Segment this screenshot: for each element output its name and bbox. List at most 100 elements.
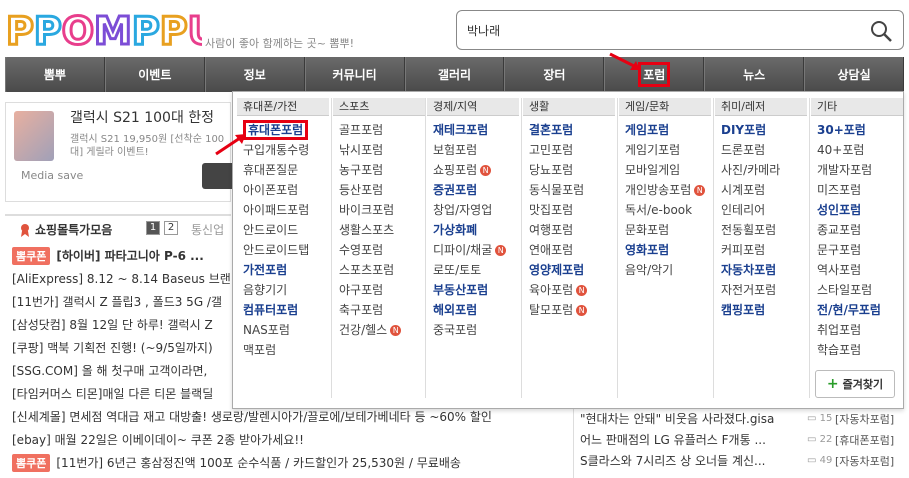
nav-item-market[interactable]: 장터 <box>504 57 605 92</box>
forum-link[interactable]: 야구포럼 <box>339 280 425 300</box>
forum-link[interactable]: 게임기포럼 <box>625 140 711 160</box>
page-button-2[interactable]: 2 <box>164 221 178 235</box>
forum-link[interactable]: 결혼포럼 <box>529 120 615 140</box>
forum-link[interactable]: 개인방송포럼 N <box>625 180 711 200</box>
forum-link[interactable]: 부동산포럼 <box>433 280 519 300</box>
forum-link[interactable]: 자동차포럼 <box>721 260 807 280</box>
forum-link[interactable]: 쇼핑포럼 N <box>433 160 519 180</box>
forum-link[interactable]: 증권포럼 <box>433 180 519 200</box>
forum-link[interactable]: 바이크포럼 <box>339 200 425 220</box>
nav-label: 정보 <box>243 68 266 82</box>
nav-item-ppomppu[interactable]: 뽐뿌 <box>5 57 105 92</box>
forum-link[interactable]: 보험포럼 <box>433 140 519 160</box>
forum-link[interactable]: 사진/카메라 <box>721 160 807 180</box>
ribbon-icon <box>21 224 29 237</box>
forum-column: 기타 30+포럼 40+포럼 개발자포럼 미즈포럼 성인포럼 종교포럼 문구포럼 역사포럼 스타일… <box>811 98 903 360</box>
forum-link[interactable]: 취업포럼 <box>817 320 903 340</box>
forum-link[interactable]: 수영포럼 <box>339 240 425 260</box>
deal-row[interactable]: 뽐쿠폰 [11번가] 6년근 홍삼정진액 100포 순수식품 / 카드할인가 25… <box>12 451 572 474</box>
forum-link[interactable]: 맥포럼 <box>243 340 329 360</box>
forum-link[interactable]: 자전거포럼 <box>721 280 807 300</box>
forum-link[interactable]: DIY포럼 <box>721 120 807 140</box>
forum-link[interactable]: 드론포럼 <box>721 140 807 160</box>
forum-link[interactable]: 디파이/채굴 N <box>433 240 519 260</box>
forum-link[interactable]: 영양제포럼 <box>529 260 615 280</box>
forum-link[interactable]: NAS포럼 <box>243 320 329 340</box>
forum-link[interactable]: 모바일게임 <box>625 160 711 180</box>
tab-telecom[interactable]: 통신업 <box>191 221 224 238</box>
nav-item-info[interactable]: 정보 <box>204 57 305 92</box>
forum-link[interactable]: 인테리어 <box>721 200 807 220</box>
forum-link[interactable]: 개발자포럼 <box>817 160 903 180</box>
forum-link[interactable]: 해외포럼 <box>433 300 519 320</box>
forum-link[interactable]: 가상화폐 <box>433 220 519 240</box>
forum-link[interactable]: 학습포럼 <box>817 340 903 360</box>
forum-link[interactable]: 전/현/무포럼 <box>817 300 903 320</box>
forum-link[interactable]: 40+포럼 <box>817 140 903 160</box>
deal-row[interactable]: [ebay] 매월 22일은 이베이데이~ 쿠폰 2종 받아가세요!! <box>12 428 572 451</box>
forum-link[interactable]: 생활스포츠 <box>339 220 425 240</box>
forum-link[interactable]: 구입개통수령 <box>243 140 329 160</box>
forum-link[interactable]: 로또/토토 <box>433 260 519 280</box>
forum-link[interactable]: 축구포럼 <box>339 300 425 320</box>
forum-link[interactable]: 중국포럼 <box>433 320 519 340</box>
hot-post-row[interactable]: 어느 판매점의 LG 유플러스 F개통 ... ▭ 22 [휴대폰포럼] <box>580 429 905 450</box>
forum-link[interactable]: 30+포럼 <box>817 120 903 140</box>
forum-link[interactable]: 육아포럼 N <box>529 280 615 300</box>
ppomppu-logo[interactable]: PPOMPPU <box>6 8 202 52</box>
forum-link[interactable]: 당뇨포럼 <box>529 160 615 180</box>
forum-link[interactable]: 문화포럼 <box>625 220 711 240</box>
forum-link[interactable]: 맛집포럼 <box>529 200 615 220</box>
forum-link[interactable]: 캠핑포럼 <box>721 300 807 320</box>
forum-link[interactable]: 가전포럼 <box>243 260 329 280</box>
forum-link[interactable]: 휴대폰질문 <box>243 160 329 180</box>
forum-link[interactable]: 전동휠포럼 <box>721 220 807 240</box>
forum-link[interactable]: 아이패드포럼 <box>243 200 329 220</box>
forum-link[interactable]: 스타일포럼 <box>817 280 903 300</box>
ad-banner[interactable]: 갤럭시 S21 100대 한정 갤럭시 S21 19,950원 [선착순 100… <box>5 102 232 202</box>
forum-link[interactable]: 탈모포럼 N <box>529 300 615 320</box>
search-icon[interactable] <box>869 19 893 43</box>
forum-link[interactable]: 역사포럼 <box>817 260 903 280</box>
forum-link[interactable]: 건강/헬스 N <box>339 320 425 340</box>
forum-link-label: 게임기포럼 <box>625 143 681 157</box>
forum-link[interactable]: 고민포럼 <box>529 140 615 160</box>
forum-link[interactable]: 독서/e-book <box>625 200 711 220</box>
forum-link[interactable]: 음향기기 <box>243 280 329 300</box>
nav-item-news[interactable]: 뉴스 <box>704 57 805 92</box>
forum-link[interactable]: 컴퓨터포럼 <box>243 300 329 320</box>
hot-post-row[interactable]: S클라스와 7시리즈 상 오너들 계신... ▭ 49 [자동차포럼] <box>580 450 905 471</box>
forum-link[interactable]: 휴대폰포럼 <box>243 120 329 140</box>
nav-item-gallery[interactable]: 갤러리 <box>404 57 505 92</box>
hot-post-row[interactable]: "현대차는 안돼" 비웃음 사라졌다.gisa ▭ 15 [자동차포럼] <box>580 408 905 429</box>
forum-link[interactable]: 등산포럼 <box>339 180 425 200</box>
forum-link[interactable]: 연애포럼 <box>529 240 615 260</box>
add-favorite-button[interactable]: + 즐겨찾기 <box>815 370 895 398</box>
forum-link[interactable]: 창업/자영업 <box>433 200 519 220</box>
forum-link[interactable]: 안드로이드탭 <box>243 240 329 260</box>
forum-link[interactable]: 낚시포럼 <box>339 140 425 160</box>
forum-link[interactable]: 여행포럼 <box>529 220 615 240</box>
forum-link[interactable]: 문구포럼 <box>817 240 903 260</box>
forum-link[interactable]: 스포츠포럼 <box>339 260 425 280</box>
nav-item-event[interactable]: 이벤트 <box>104 57 205 92</box>
forum-link[interactable]: 영화포럼 <box>625 240 711 260</box>
forum-link[interactable]: 재테크포럼 <box>433 120 519 140</box>
forum-link[interactable]: 동식물포럼 <box>529 180 615 200</box>
nav-item-consult[interactable]: 상담실 <box>804 57 905 92</box>
search-input[interactable] <box>467 20 847 40</box>
forum-link[interactable]: 아이폰포럼 <box>243 180 329 200</box>
forum-link[interactable]: 종교포럼 <box>817 220 903 240</box>
forum-link[interactable]: 성인포럼 <box>817 200 903 220</box>
forum-link[interactable]: 골프포럼 <box>339 120 425 140</box>
forum-link[interactable]: 게임포럼 <box>625 120 711 140</box>
page-button-1[interactable]: 1 <box>146 221 160 235</box>
forum-link[interactable]: 미즈포럼 <box>817 180 903 200</box>
nav-item-community[interactable]: 커뮤니티 <box>304 57 405 92</box>
forum-link[interactable]: 농구포럼 <box>339 160 425 180</box>
forum-link[interactable]: 커피포럼 <box>721 240 807 260</box>
forum-link[interactable]: 음악/악기 <box>625 260 711 280</box>
ad-button[interactable] <box>202 163 232 189</box>
forum-link[interactable]: 안드로이드 <box>243 220 329 240</box>
forum-link[interactable]: 시계포럼 <box>721 180 807 200</box>
